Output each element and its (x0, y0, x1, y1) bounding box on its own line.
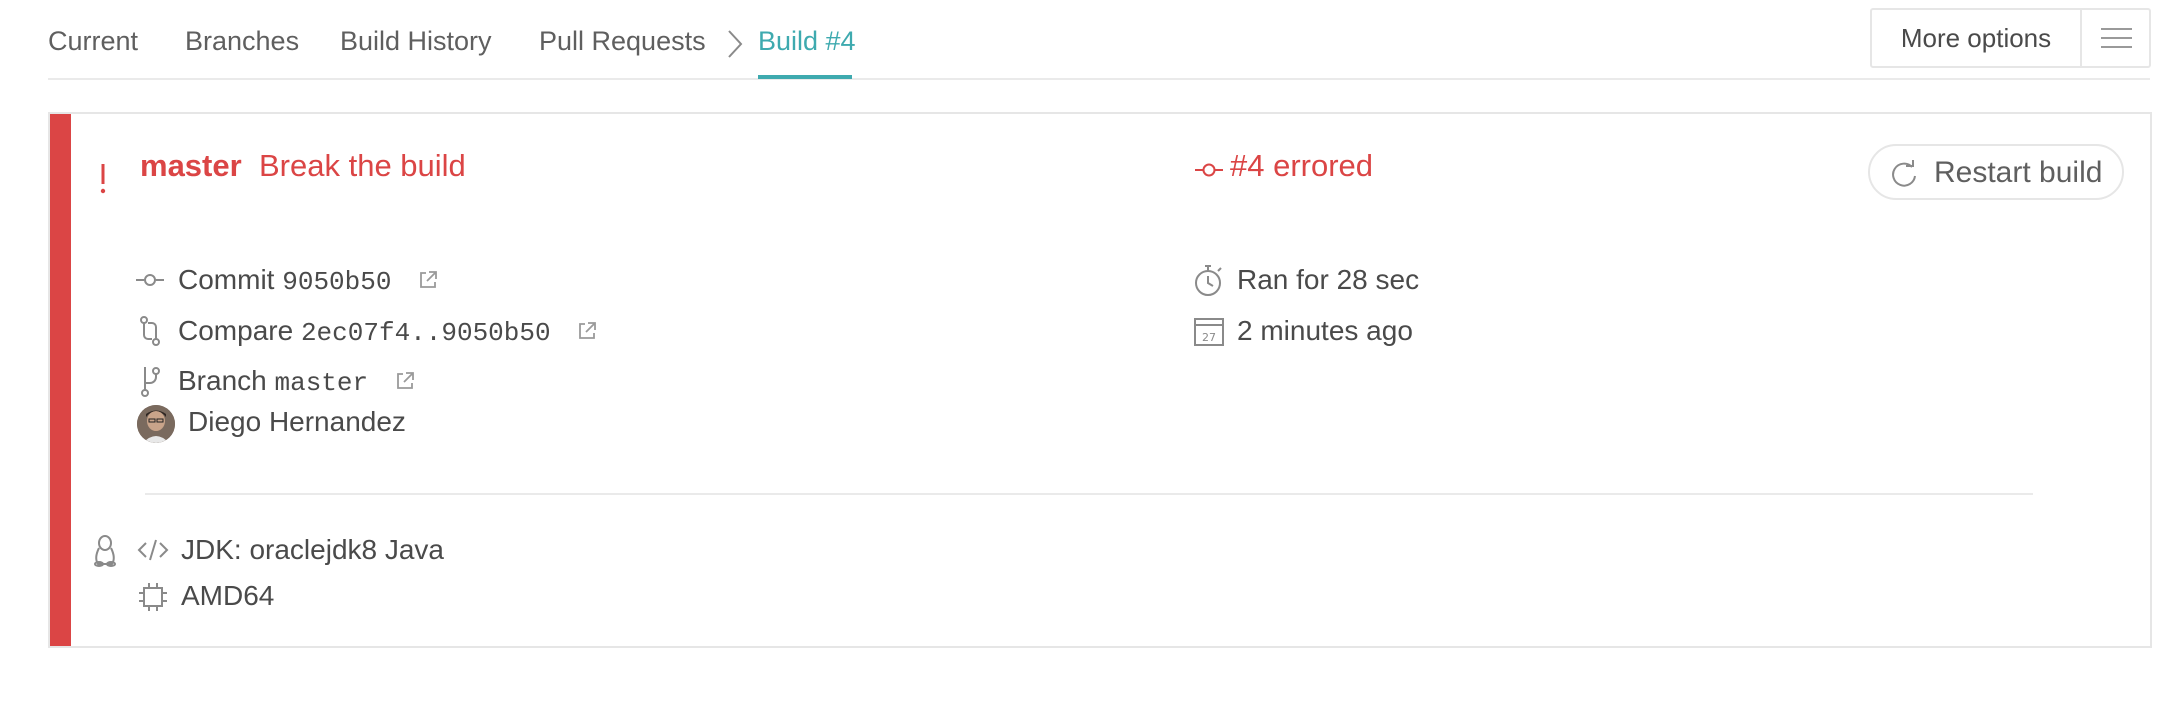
stopwatch-icon (1195, 265, 1222, 296)
linux-icon (94, 535, 116, 567)
finished-time: 2 minutes ago (1237, 315, 1413, 346)
more-options-button[interactable]: More options (1872, 10, 2082, 66)
build-summary-card: master Break the build #4 errored Restar… (48, 112, 2152, 648)
restart-build-button[interactable]: Restart build (1868, 144, 2124, 200)
commit-message: Break the build (259, 148, 466, 183)
more-options-menu: More options (1870, 8, 2151, 68)
branch-icon (141, 367, 160, 397)
error-icon (100, 164, 106, 194)
jdk-language: JDK: oraclejdk8 Java (181, 534, 445, 565)
active-tab-indicator (758, 75, 852, 79)
build-duration: Ran for 28 sec (1237, 264, 1420, 295)
section-divider (145, 493, 2033, 495)
restart-icon (1892, 160, 1916, 187)
calendar-day: 27 (1202, 331, 1216, 344)
tab-build-history[interactable]: Build History (340, 26, 492, 57)
external-link-icon[interactable] (394, 370, 416, 392)
commit-icon (136, 274, 164, 286)
compare-icon (140, 316, 160, 346)
chevron-right-icon (728, 30, 743, 58)
code-icon (137, 539, 169, 561)
external-link-icon[interactable] (417, 269, 439, 291)
tab-current[interactable]: Current (48, 26, 138, 57)
commit-icon (1195, 163, 1223, 177)
build-navigation: Current Branches Build History Pull Requ… (48, 0, 2150, 80)
restart-build-label: Restart build (1934, 156, 2103, 189)
compare-range: 2ec07f4..9050b50 (300, 318, 551, 348)
author-name: Diego Hernandez (188, 406, 406, 437)
tab-build-current[interactable]: Build #4 (758, 26, 856, 57)
tab-pull-requests[interactable]: Pull Requests (539, 26, 706, 57)
external-link-icon[interactable] (576, 320, 598, 342)
cpu-icon (139, 583, 167, 611)
tab-branches[interactable]: Branches (185, 26, 299, 57)
calendar-icon: 27 (1194, 318, 1224, 346)
hamburger-menu-icon[interactable] (2082, 10, 2151, 66)
compare-label: Compare (178, 315, 294, 346)
build-status-bar (50, 114, 71, 646)
commit-sha: 9050b50 (282, 267, 392, 297)
avatar (137, 405, 175, 443)
branch-value: master (274, 368, 369, 398)
branch-name-link[interactable]: master (140, 148, 242, 184)
architecture: AMD64 (181, 580, 275, 611)
build-status: #4 errored (1230, 148, 1374, 183)
branch-label: Branch (178, 365, 267, 396)
commit-label: Commit (178, 264, 275, 295)
